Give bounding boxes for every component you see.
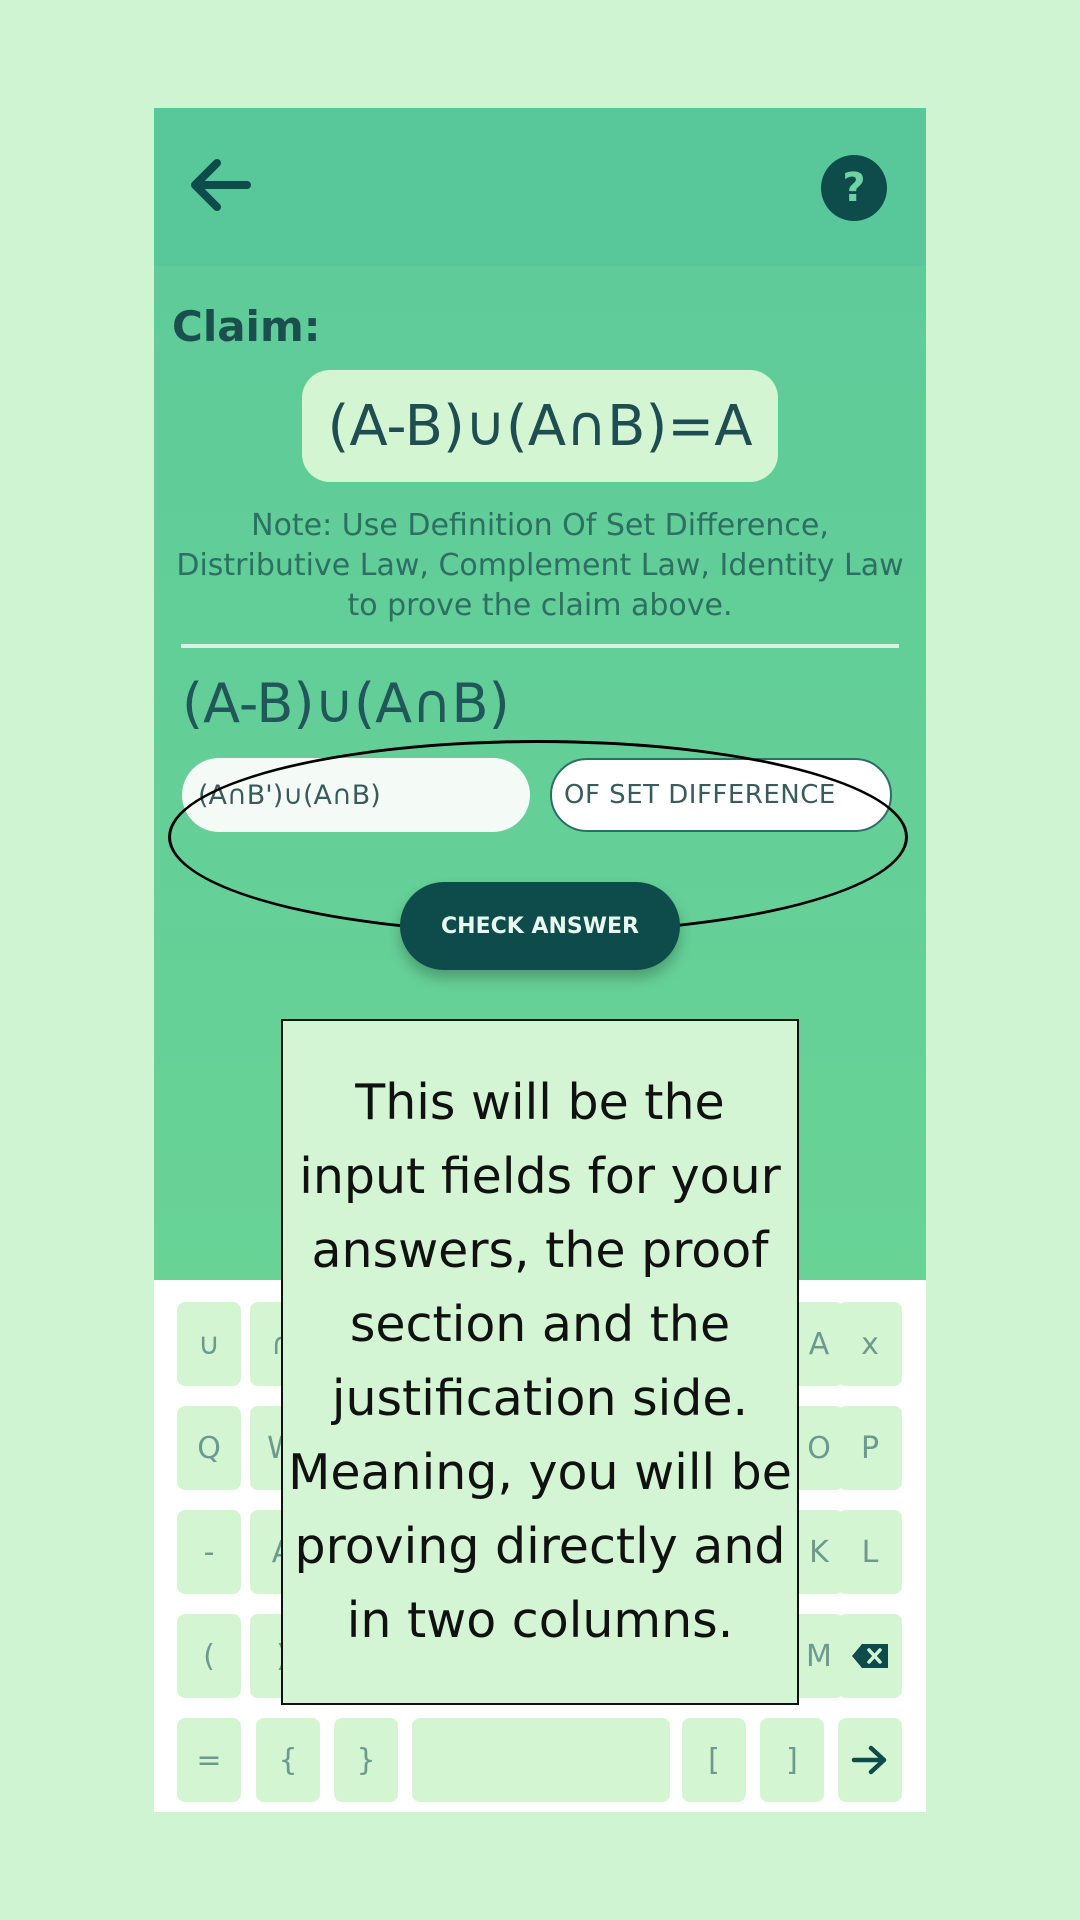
space-key[interactable] (412, 1718, 670, 1802)
key-x[interactable]: x (838, 1302, 902, 1386)
divider (181, 644, 899, 648)
arrow-right-icon (851, 1745, 887, 1775)
answer-input[interactable] (182, 758, 530, 832)
app-bar: ? (154, 108, 926, 266)
key-l[interactable]: L (838, 1510, 902, 1594)
claim-expression: (A-B)∪(A∩B)=A (302, 370, 778, 482)
key-minus[interactable]: - (177, 1510, 241, 1594)
key-p[interactable]: P (838, 1406, 902, 1490)
key-m[interactable]: M (794, 1614, 844, 1698)
help-button[interactable]: ? (821, 155, 887, 221)
back-button[interactable] (184, 150, 254, 220)
key-q[interactable]: Q (177, 1406, 241, 1490)
key-close-brace[interactable]: } (334, 1718, 398, 1802)
backspace-icon (852, 1644, 888, 1668)
key-o[interactable]: O (794, 1406, 844, 1490)
key-k[interactable]: K (794, 1510, 844, 1594)
key-a-upper[interactable]: A (794, 1302, 844, 1386)
claim-label: Claim: (172, 302, 321, 351)
question-icon: ? (842, 165, 866, 211)
key-open-brace[interactable]: { (256, 1718, 320, 1802)
proof-step-expression: (A-B)∪(A∩B) (182, 672, 510, 735)
justification-input[interactable] (550, 758, 892, 832)
tutorial-tooltip: This will be the input fields for your a… (281, 1019, 799, 1705)
tooltip-text: This will be the input fields for your a… (288, 1074, 792, 1649)
key-close-bracket[interactable]: ] (760, 1718, 824, 1802)
key-open-bracket[interactable]: [ (682, 1718, 746, 1802)
claim-note: Note: Use Definition Of Set Difference, … (176, 508, 904, 623)
enter-key[interactable] (838, 1718, 902, 1802)
check-answer-button[interactable]: CHECK ANSWER (400, 882, 680, 970)
key-union[interactable]: ∪ (177, 1302, 241, 1386)
key-equals[interactable]: = (177, 1718, 241, 1802)
backspace-key[interactable] (838, 1614, 902, 1698)
key-open-paren[interactable]: ( (177, 1614, 241, 1698)
arrow-left-icon (191, 159, 251, 211)
